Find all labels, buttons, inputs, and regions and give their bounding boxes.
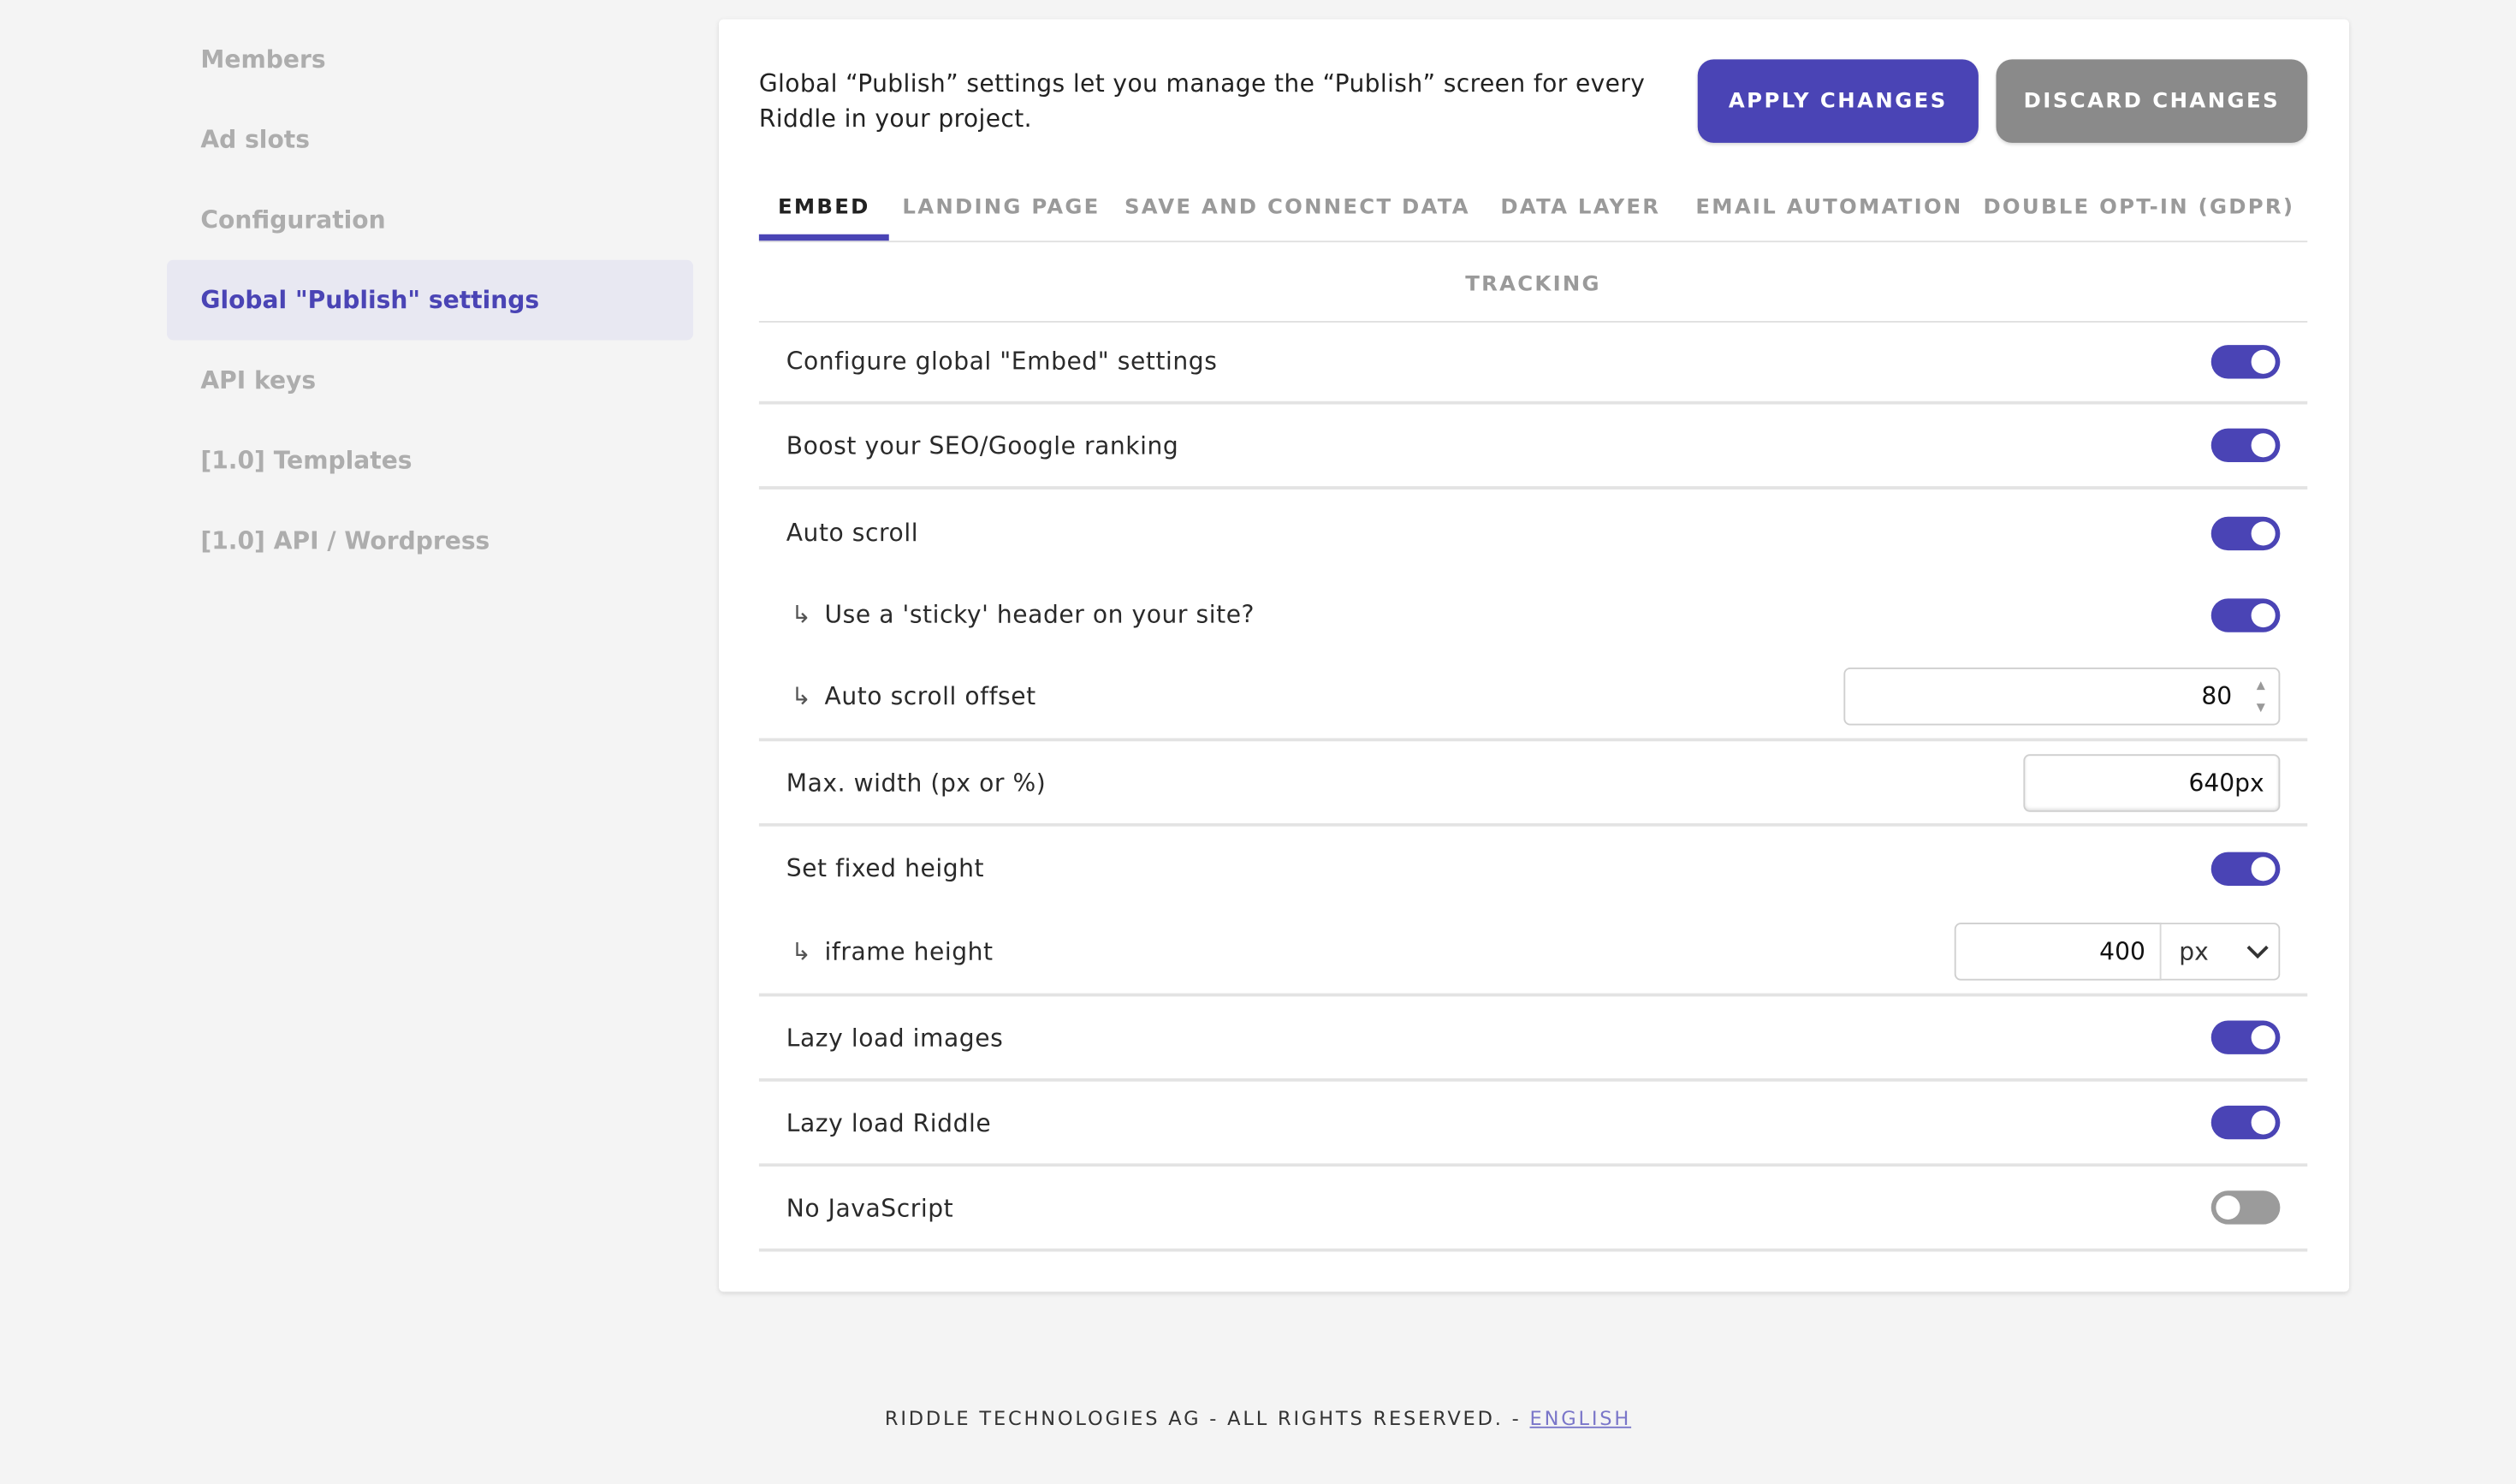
setting-row-iframe-height: ↳ iframe height 400 px <box>758 910 2308 997</box>
sticky-header-label: Use a 'sticky' header on your site? <box>824 600 1255 629</box>
lazy-images-toggle[interactable] <box>2210 1020 2281 1054</box>
lazy-images-label: Lazy load images <box>786 1023 1004 1053</box>
setting-row-fixed-height: Set fixed height <box>759 827 2307 911</box>
boost-seo-toggle[interactable] <box>2210 428 2281 462</box>
sticky-header-toggle[interactable] <box>2210 597 2281 632</box>
settings-tabs: EMBED LANDING PAGE SAVE AND CONNECT DATA… <box>758 175 2308 243</box>
setting-row-configure-embed: Configure global "Embed" settings <box>758 321 2308 405</box>
tab-landing-page[interactable]: LANDING PAGE <box>889 175 1114 240</box>
tab-save-and-connect-data[interactable]: SAVE AND CONNECT DATA <box>1113 175 1481 240</box>
max-width-input[interactable]: 640px <box>2023 753 2281 811</box>
iframe-height-unit-select[interactable]: px <box>2159 923 2281 981</box>
tab-data-layer[interactable]: DATA LAYER <box>1481 175 1681 240</box>
publish-settings-card: Global “Publish” settings let you manage… <box>719 19 2349 1292</box>
toggle-knob <box>2251 1025 2276 1050</box>
configure-embed-label: Configure global "Embed" settings <box>786 347 1218 376</box>
fixed-height-toggle[interactable] <box>2210 851 2281 886</box>
sub-setting-arrow-icon: ↳ <box>791 680 812 710</box>
setting-row-sticky-header: ↳ Use a 'sticky' header on your site? <box>759 576 2307 653</box>
discard-changes-button[interactable]: DISCARD CHANGES <box>1996 59 2308 143</box>
lazy-riddle-toggle[interactable] <box>2210 1105 2281 1140</box>
sidebar-item-global-publish-settings[interactable]: Global "Publish" settings <box>167 259 693 341</box>
boost-seo-label: Boost your SEO/Google ranking <box>786 430 1179 460</box>
auto-scroll-offset-value: 80 <box>2201 680 2233 710</box>
iframe-height-input[interactable]: 400 <box>1954 923 2162 981</box>
tab-double-opt-in[interactable]: DOUBLE OPT-IN (GDPR) <box>1979 175 2299 240</box>
sidebar-item-templates[interactable]: [1.0] Templates <box>167 420 693 501</box>
tab-embed[interactable]: EMBED <box>758 175 889 241</box>
tab-tracking[interactable]: TRACKING <box>758 247 2308 323</box>
no-javascript-toggle[interactable] <box>2210 1190 2281 1225</box>
intro-text: Global “Publish” settings let you manage… <box>758 68 1646 134</box>
apply-changes-button[interactable]: APPLY CHANGES <box>1697 59 1979 143</box>
auto-scroll-label: Auto scroll <box>786 518 919 548</box>
iframe-height-unit: px <box>2179 937 2209 966</box>
configure-embed-toggle[interactable] <box>2210 344 2281 378</box>
number-spinner[interactable]: ▲ ▼ <box>2253 676 2270 715</box>
sidebar-item-configuration[interactable]: Configuration <box>167 180 693 260</box>
setting-row-no-javascript: No JavaScript <box>758 1166 2308 1252</box>
iframe-height-label-wrap: ↳ iframe height <box>786 937 994 966</box>
setting-row-lazy-riddle: Lazy load Riddle <box>758 1082 2308 1167</box>
iframe-height-label: iframe height <box>824 937 994 966</box>
sub-setting-arrow-icon: ↳ <box>791 937 812 966</box>
setting-row-max-width: Max. width (px or %) 640px <box>758 741 2308 827</box>
sidebar-nav: Members Ad slots Configuration Global "P… <box>167 20 693 581</box>
chevron-down-icon <box>2246 945 2269 959</box>
setting-row-boost-seo: Boost your SEO/Google ranking <box>758 405 2308 490</box>
iframe-height-value: 400 <box>2099 937 2145 966</box>
sidebar-item-api-keys[interactable]: API keys <box>167 341 693 421</box>
toggle-knob <box>2251 1110 2276 1135</box>
sidebar-item-api-wordpress[interactable]: [1.0] API / Wordpress <box>167 501 693 581</box>
auto-scroll-toggle[interactable] <box>2210 515 2281 550</box>
page-root: Members Ad slots Configuration Global "P… <box>0 0 2516 1484</box>
toggle-knob <box>2251 603 2276 627</box>
setting-row-lazy-images: Lazy load images <box>758 996 2308 1082</box>
sidebar-item-ad-slots[interactable]: Ad slots <box>167 99 693 180</box>
auto-scroll-offset-label-wrap: ↳ Auto scroll offset <box>786 681 1036 710</box>
tab-email-automation[interactable]: EMAIL AUTOMATION <box>1680 175 1979 240</box>
spinner-down-icon[interactable]: ▼ <box>2257 699 2265 715</box>
max-width-label: Max. width (px or %) <box>786 768 1047 797</box>
language-link[interactable]: ENGLISH <box>1530 1407 1632 1429</box>
footer-copyright: RIDDLE TECHNOLOGIES AG - ALL RIGHTS RESE… <box>884 1407 1530 1430</box>
toggle-knob <box>2216 1195 2240 1220</box>
sidebar-item-members[interactable]: Members <box>167 20 693 100</box>
sub-setting-arrow-icon: ↳ <box>791 600 812 629</box>
no-javascript-label: No JavaScript <box>786 1193 954 1222</box>
max-width-value: 640px <box>2188 768 2264 797</box>
spinner-up-icon[interactable]: ▲ <box>2257 676 2265 692</box>
toggle-knob <box>2251 856 2276 881</box>
page-footer: RIDDLE TECHNOLOGIES AG - ALL RIGHTS RESE… <box>0 1407 2516 1429</box>
auto-scroll-offset-input[interactable]: 80 ▲ ▼ <box>1843 667 2281 725</box>
sticky-header-label-wrap: ↳ Use a 'sticky' header on your site? <box>786 600 1255 629</box>
auto-scroll-offset-label: Auto scroll offset <box>824 680 1036 710</box>
setting-row-auto-scroll: Auto scroll <box>759 490 2307 576</box>
toggle-knob <box>2251 348 2276 373</box>
toggle-knob <box>2251 520 2276 545</box>
toggle-knob <box>2251 433 2276 458</box>
fixed-height-label: Set fixed height <box>786 853 985 883</box>
lazy-riddle-label: Lazy load Riddle <box>786 1107 992 1137</box>
setting-row-auto-scroll-offset: ↳ Auto scroll offset 80 ▲ ▼ <box>758 653 2308 742</box>
